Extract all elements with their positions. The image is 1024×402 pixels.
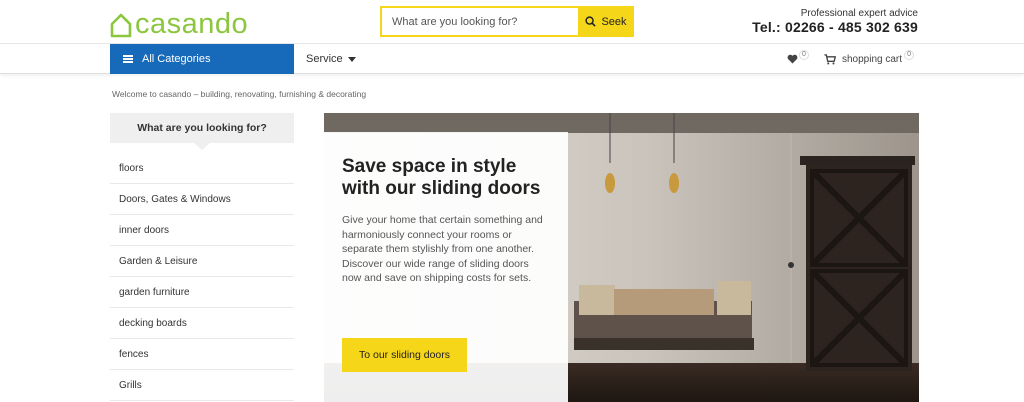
hero-banner[interactable]: Save space in style with our sliding doo… — [324, 113, 919, 402]
sidebar-item-fences[interactable]: fences — [110, 339, 294, 370]
search-input[interactable] — [380, 6, 578, 37]
category-list: floors Doors, Gates & Windows inner door… — [110, 153, 294, 401]
hero-title: Save space in style with our sliding doo… — [342, 156, 541, 199]
service-label: Service — [306, 53, 343, 65]
cart-icon — [824, 53, 836, 64]
search-bar: Seek — [380, 6, 634, 37]
main-nav: All Categories Service 0 shopping cart 0 — [0, 44, 1024, 74]
chevron-down-icon — [347, 56, 356, 62]
hero-card: Save space in style with our sliding doo… — [324, 132, 568, 402]
contact-label: Professional expert advice — [800, 8, 918, 19]
heart-icon — [787, 54, 798, 64]
hero-text: Give your home that certain something an… — [342, 214, 543, 284]
wishlist-button[interactable]: 0 — [787, 44, 809, 74]
cart-count: 0 — [904, 49, 915, 60]
shopping-cart-button[interactable]: shopping cart 0 — [824, 44, 915, 74]
all-categories-button[interactable]: All Categories — [110, 44, 294, 74]
cart-label: shopping cart — [842, 53, 903, 65]
all-categories-label: All Categories — [142, 53, 211, 65]
sidebar-item-decking-boards[interactable]: decking boards — [110, 308, 294, 339]
logo[interactable]: casando — [110, 6, 249, 40]
sidebar-item-garden-furniture[interactable]: garden furniture — [110, 277, 294, 308]
hamburger-icon — [123, 55, 133, 63]
contact-phone[interactable]: Tel.: 02266 - 485 302 639 — [752, 19, 918, 36]
sidebar-item-floors[interactable]: floors — [110, 153, 294, 184]
house-icon — [110, 13, 132, 38]
site-header: casando Seek Professional expert advice … — [0, 0, 1024, 44]
sidebar-title: What are you looking for? — [110, 113, 294, 150]
sidebar-item-inner-doors[interactable]: inner doors — [110, 215, 294, 246]
category-sidebar: What are you looking for? floors Doors, … — [110, 113, 294, 401]
welcome-text: Welcome to casando – building, renovatin… — [112, 89, 367, 99]
search-button-label: Seek — [601, 15, 627, 28]
logo-text: casando — [135, 8, 249, 40]
search-button[interactable]: Seek — [578, 6, 634, 37]
sidebar-item-doors-gates-windows[interactable]: Doors, Gates & Windows — [110, 184, 294, 215]
sidebar-item-garden-leisure[interactable]: Garden & Leisure — [110, 246, 294, 277]
contact-info: Professional expert advice Tel.: 02266 -… — [752, 8, 918, 36]
service-menu[interactable]: Service — [306, 44, 356, 74]
search-icon — [585, 16, 597, 27]
wishlist-count: 0 — [799, 49, 809, 60]
sidebar-item-grills[interactable]: Grills — [110, 370, 294, 401]
sliding-doors-button[interactable]: To our sliding doors — [342, 338, 467, 372]
